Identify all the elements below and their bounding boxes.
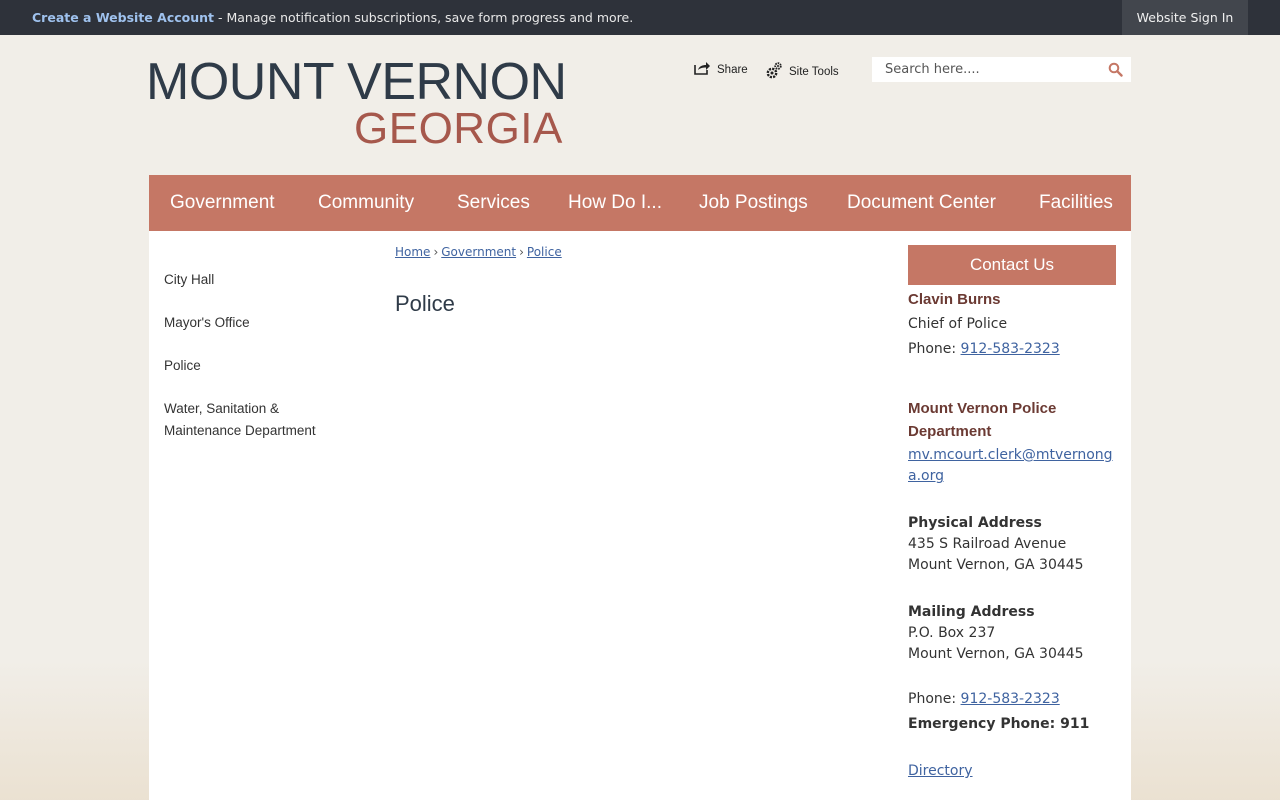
email-link[interactable]: mv.mcourt.clerk@mtvernonga.org xyxy=(908,447,1113,484)
contact-phone-row: Phone: 912-583-2323 xyxy=(908,337,1116,362)
share-button[interactable]: Share xyxy=(694,61,748,78)
breadcrumb: Home › Government › Police xyxy=(395,245,562,259)
share-label: Share xyxy=(717,63,748,76)
logo-line-2: GEORGIA xyxy=(354,104,563,153)
sidebar-item-mayors-office[interactable]: Mayor's Office xyxy=(164,312,344,334)
sign-in-button[interactable]: Website Sign In xyxy=(1122,0,1248,35)
physical-address-heading: Physical Address xyxy=(908,515,1042,531)
site-tools-label: Site Tools xyxy=(789,66,839,78)
sidebar-item-water-sanitation[interactable]: Water, Sanitation & Maintenance Departme… xyxy=(164,398,344,442)
breadcrumb-government[interactable]: Government xyxy=(441,245,516,259)
phone-label: Phone: xyxy=(908,341,961,357)
sidebar-nav: City Hall Mayor's Office Police Water, S… xyxy=(164,269,344,463)
phone-label: Phone: xyxy=(908,691,961,707)
account-message-text: - Manage notification subscriptions, sav… xyxy=(214,10,634,25)
directory-row: Directory xyxy=(908,759,1116,784)
nav-government[interactable]: Government xyxy=(170,175,275,231)
contact-person-title: Chief of Police xyxy=(908,316,1008,332)
breadcrumb-police[interactable]: Police xyxy=(527,245,562,259)
breadcrumb-separator: › xyxy=(519,245,524,259)
dept-phone-row: Phone: 912-583-2323 xyxy=(908,687,1116,712)
page-title: Police xyxy=(395,291,455,316)
emergency-phone: Emergency Phone: 911 xyxy=(908,716,1090,732)
sidebar-item-police[interactable]: Police xyxy=(164,355,344,377)
mailing-address-line-1: P.O. Box 237 xyxy=(908,625,996,641)
contact-panel: Contact Us Clavin Burns Chief of Police … xyxy=(908,245,1116,784)
sidebar-item-city-hall[interactable]: City Hall xyxy=(164,269,344,291)
main-nav: Government Community Services How Do I..… xyxy=(149,175,1131,231)
mailing-address-heading: Mailing Address xyxy=(908,604,1035,620)
gear-icon xyxy=(765,61,783,83)
nav-facilities[interactable]: Facilities xyxy=(1039,175,1113,231)
department-name: Mount Vernon Police Department xyxy=(908,400,1057,440)
site-tools-button[interactable]: Site Tools xyxy=(765,61,839,83)
contact-us-button[interactable]: Contact Us xyxy=(908,245,1116,285)
contact-person-name: Clavin Burns xyxy=(908,291,1001,308)
logo-line-1: MOUNT VERNON xyxy=(146,53,567,111)
content-area: City Hall Mayor's Office Police Water, S… xyxy=(149,231,1131,800)
phone-link[interactable]: 912-583-2323 xyxy=(961,341,1060,357)
dept-phone-link[interactable]: 912-583-2323 xyxy=(961,691,1060,707)
nav-document-center[interactable]: Document Center xyxy=(847,175,996,231)
search-icon[interactable] xyxy=(1108,62,1123,81)
account-message: Create a Website Account - Manage notifi… xyxy=(32,10,633,25)
breadcrumb-separator: › xyxy=(433,245,439,259)
physical-address-line-2: Mount Vernon, GA 30445 xyxy=(908,557,1084,573)
create-account-link[interactable]: Create a Website Account xyxy=(32,10,214,25)
search-input[interactable] xyxy=(872,57,1094,82)
top-notification-bar: Create a Website Account - Manage notifi… xyxy=(0,0,1280,35)
nav-how-do-i[interactable]: How Do I... xyxy=(568,175,662,231)
directory-link[interactable]: Directory xyxy=(908,763,973,779)
mailing-address-line-2: Mount Vernon, GA 30445 xyxy=(908,646,1084,662)
nav-services[interactable]: Services xyxy=(457,175,530,231)
email-row: mv.mcourt.clerk@mtvernonga.org xyxy=(908,445,1116,487)
physical-address-line-1: 435 S Railroad Avenue xyxy=(908,536,1067,552)
share-icon xyxy=(694,61,711,78)
nav-community[interactable]: Community xyxy=(318,175,414,231)
breadcrumb-home[interactable]: Home xyxy=(395,245,430,259)
nav-job-postings[interactable]: Job Postings xyxy=(699,175,808,231)
search-box xyxy=(872,57,1131,82)
